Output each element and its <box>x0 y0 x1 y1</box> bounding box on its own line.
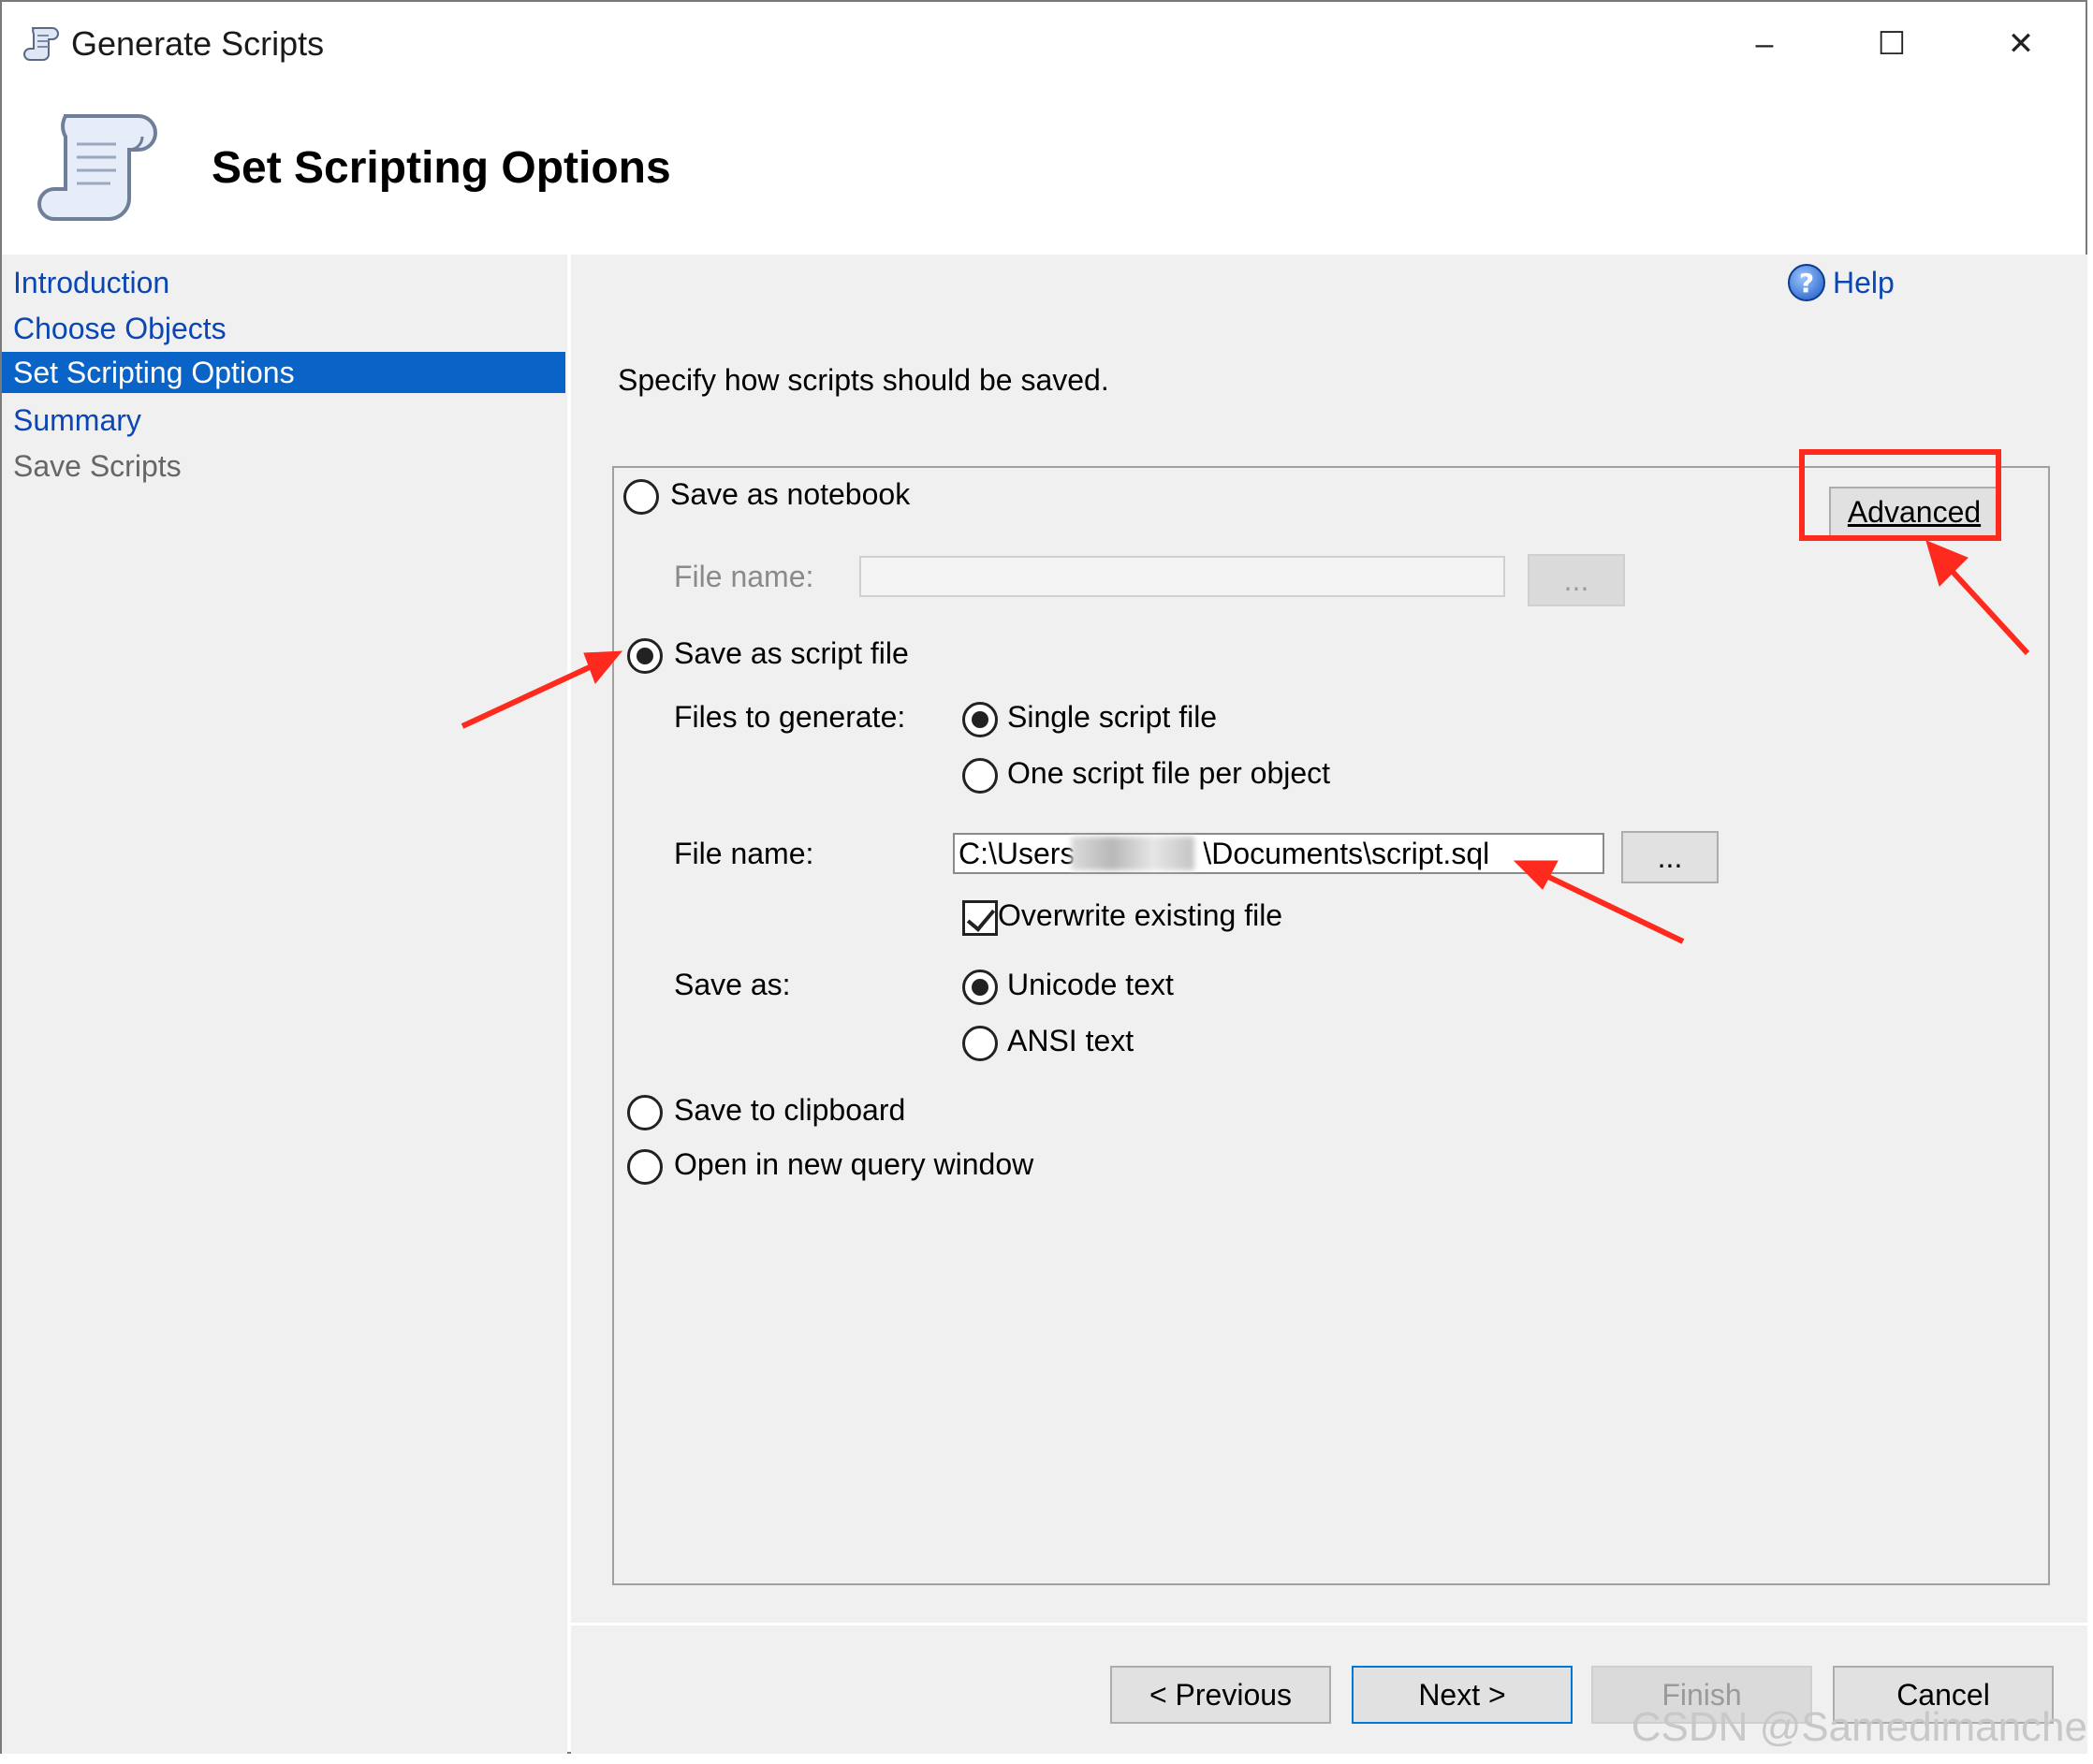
annotation-arrows <box>461 540 2030 944</box>
arrow-file-name-shaft <box>1541 871 1685 944</box>
arrow-file-name-head <box>1513 860 1559 890</box>
arrow-script-file-shaft <box>461 663 593 729</box>
arrow-script-file-head <box>583 650 623 684</box>
arrow-advanced-shaft <box>1940 559 2030 656</box>
watermark: CSDN @Samedimanche <box>1631 1704 2087 1750</box>
